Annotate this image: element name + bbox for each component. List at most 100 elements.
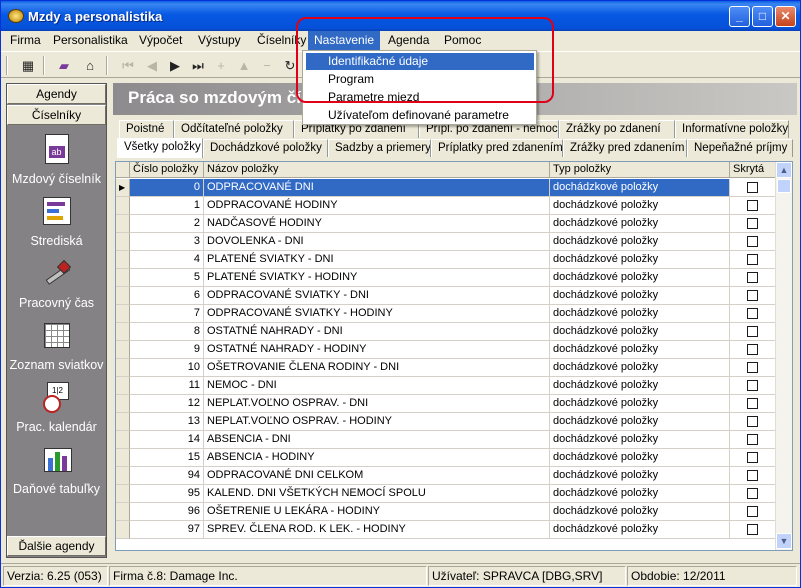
hidden-checkbox[interactable] (747, 200, 758, 211)
hidden-checkbox[interactable] (747, 470, 758, 481)
next-record-icon[interactable]: ▶ (165, 56, 185, 75)
hidden-checkbox[interactable] (747, 398, 758, 409)
hidden-checkbox[interactable] (747, 254, 758, 265)
items-grid[interactable]: Číslo položky Názov položky Typ položky … (115, 161, 793, 551)
hidden-checkbox[interactable] (747, 272, 758, 283)
calculator-icon[interactable]: ▦ (18, 56, 38, 75)
table-row[interactable]: 11 NEMOC - DNI dochádzkové položky (116, 377, 776, 395)
move-up-icon[interactable]: ▲ (234, 56, 254, 75)
sidebar-item-prac-kalendar[interactable]: 1|2 Prac. kalendár (7, 382, 106, 434)
table-row[interactable]: ▶ 0 ODPRACOVANÉ DNI dochádzkové položky (116, 179, 776, 197)
insert-record-icon[interactable]: + (211, 56, 231, 75)
column-header-skryta[interactable]: Skrytá (730, 162, 776, 178)
tab-sadzby-a-priemery[interactable]: Sadzby a priemery (328, 139, 431, 157)
hidden-checkbox[interactable] (747, 506, 758, 517)
maximize-button[interactable]: □ (752, 6, 773, 27)
cell-typ: dochádzkové položky (550, 287, 730, 305)
first-record-icon[interactable]: ⏮ (118, 56, 138, 75)
hidden-checkbox[interactable] (747, 380, 758, 391)
table-row[interactable]: 14 ABSENCIA - DNI dochádzkové položky (116, 431, 776, 449)
menu-agenda[interactable]: Agenda (388, 33, 429, 47)
tab-priplatky-pred-zdanenim[interactable]: Príplatky pred zdanením (431, 139, 563, 157)
book-icon[interactable]: ▰ (54, 56, 74, 75)
last-record-icon[interactable]: ⏭ (188, 56, 208, 75)
sidebar-item-strediska[interactable]: Strediská (7, 196, 106, 248)
table-row[interactable]: 1 ODPRACOVANÉ HODINY dochádzkové položky (116, 197, 776, 215)
tab-zrazky-pred-zdanenim[interactable]: Zrážky pred zdanením (563, 139, 687, 157)
menu-pomoc[interactable]: Pomoc (444, 33, 481, 47)
tab-odcitatelne-polozky[interactable]: Odčítateľné položky (174, 120, 294, 138)
hidden-checkbox[interactable] (747, 362, 758, 373)
scroll-up-button[interactable]: ▲ (776, 162, 792, 178)
table-row[interactable]: 96 OŠETRENIE U LEKÁRA - HODINY dochádzkové… (116, 503, 776, 521)
title-bar[interactable]: Mzdy a personalistika _ □ ✕ (1, 1, 800, 31)
home-icon[interactable]: ⌂ (80, 56, 100, 75)
scroll-down-button[interactable]: ▼ (776, 533, 792, 549)
table-row[interactable]: 6 ODPRACOVANÉ SVIATKY - DNI dochádzkové po… (116, 287, 776, 305)
column-header-typ[interactable]: Typ položky (550, 162, 730, 178)
hidden-checkbox[interactable] (747, 452, 758, 463)
table-row[interactable]: 12 NEPLAT.VOĽNO OSPRAV. - DNI dochádzkové … (116, 395, 776, 413)
sidebar-item-mzdovy-ciselnik[interactable]: ab Mzdový číselník (7, 134, 106, 186)
tab-poistne[interactable]: Poistné (119, 120, 174, 138)
menu-item-program[interactable]: Program (306, 71, 534, 88)
minimize-button[interactable]: _ (729, 6, 750, 27)
hidden-checkbox[interactable] (747, 218, 758, 229)
hidden-checkbox[interactable] (747, 182, 758, 193)
sidebar-item-zoznam-sviatkov[interactable]: Zoznam sviatkov (7, 320, 106, 372)
menu-vystupy[interactable]: Výstupy (198, 33, 241, 47)
menu-item-parametre-miezd[interactable]: Parametre miezd (306, 89, 534, 106)
tab-zrazky-po-zdaneni[interactable]: Zrážky po zdanení (559, 120, 675, 138)
table-row[interactable]: 97 SPREV. ČLENA ROD. K LEK. - HODINY dochá… (116, 521, 776, 539)
tab-dochadzkove-polozky[interactable]: Dochádzkové položky (203, 139, 328, 157)
table-row[interactable]: 2 NADČASOVÉ HODINY dochádzkové položky (116, 215, 776, 233)
column-header-cislo[interactable]: Číslo položky (130, 162, 204, 178)
row-indicator (116, 197, 130, 215)
sidebar-agendy-button[interactable]: Agendy (7, 84, 106, 104)
hidden-checkbox[interactable] (747, 488, 758, 499)
table-row[interactable]: 7 ODPRACOVANÉ SVIATKY - HODINY dochádzkové… (116, 305, 776, 323)
table-row[interactable]: 8 OSTATNÉ NAHRADY - DNI dochádzkové položk… (116, 323, 776, 341)
close-button[interactable]: ✕ (775, 6, 796, 27)
table-row[interactable]: 15 ABSENCIA - HODINY dochádzkové položky (116, 449, 776, 467)
hidden-checkbox[interactable] (747, 326, 758, 337)
hidden-checkbox[interactable] (747, 524, 758, 535)
table-row[interactable]: 3 DOVOLENKA - DNI dochádzkové položky (116, 233, 776, 251)
table-row[interactable]: 94 ODPRACOVANÉ DNI CELKOM dochádzkové polo… (116, 467, 776, 485)
hidden-checkbox[interactable] (747, 434, 758, 445)
tab-nepenazne-prijmy[interactable]: Nepeňažné príjmy (687, 139, 793, 157)
hidden-checkbox[interactable] (747, 236, 758, 247)
table-row[interactable]: 10 OŠETROVANIE ČLENA RODINY - DNI dochádzk… (116, 359, 776, 377)
sidebar-item-pracovny-cas[interactable]: Pracovný čas (7, 258, 106, 310)
tab-informativne-polozky[interactable]: Informatívne položky (675, 120, 789, 138)
hidden-checkbox[interactable] (747, 416, 758, 427)
sidebar-dalsie-agendy-button[interactable]: Ďalšie agendy (7, 536, 106, 556)
refresh-icon[interactable]: ↻ (280, 56, 300, 75)
hidden-checkbox[interactable] (747, 308, 758, 319)
table-row[interactable]: 9 OSTATNÉ NAHRADY - HODINY dochádzkové pol… (116, 341, 776, 359)
delete-record-icon[interactable]: − (257, 56, 277, 75)
table-row[interactable]: 95 KALEND. DNI VŠETKÝCH NEMOCÍ SPOLU dochá… (116, 485, 776, 503)
cell-typ: dochádzkové položky (550, 359, 730, 377)
hidden-checkbox[interactable] (747, 290, 758, 301)
vertical-scrollbar[interactable]: ▲ ▼ (775, 162, 792, 550)
menu-firma[interactable]: Firma (10, 33, 41, 47)
cell-typ: dochádzkové položky (550, 323, 730, 341)
tab-vsetky-polozky[interactable]: Všetky položky (117, 138, 203, 158)
table-row[interactable]: 5 PLATENÉ SVIATKY - HODINY dochádzkové pol… (116, 269, 776, 287)
sidebar-ciselniky-button[interactable]: Číselníky (7, 105, 106, 125)
menu-vypocet[interactable]: Výpočet (139, 33, 182, 47)
menu-item-uzivatelom-definovane-parametre[interactable]: Užívateľom definované parametre (306, 107, 534, 124)
table-row[interactable]: 13 NEPLAT.VOĽNO OSPRAV. - HODINY dochádzko… (116, 413, 776, 431)
hidden-checkbox[interactable] (747, 344, 758, 355)
menu-nastavenie[interactable]: Nastavenie (308, 31, 381, 50)
menu-item-identifikacne-udaje[interactable]: Identifikačné údaje (306, 53, 534, 70)
prev-record-icon[interactable]: ◀ (142, 56, 162, 75)
sidebar-item-danove-tabulky[interactable]: Daňové tabuľky (7, 444, 106, 496)
menu-ciselniky[interactable]: Číselníky (257, 33, 306, 47)
cell-skryta (730, 431, 776, 449)
scroll-thumb[interactable] (777, 179, 791, 193)
menu-personalistika[interactable]: Personalistika (53, 33, 128, 47)
column-header-nazov[interactable]: Názov položky (204, 162, 550, 178)
table-row[interactable]: 4 PLATENÉ SVIATKY - DNI dochádzkové položk… (116, 251, 776, 269)
